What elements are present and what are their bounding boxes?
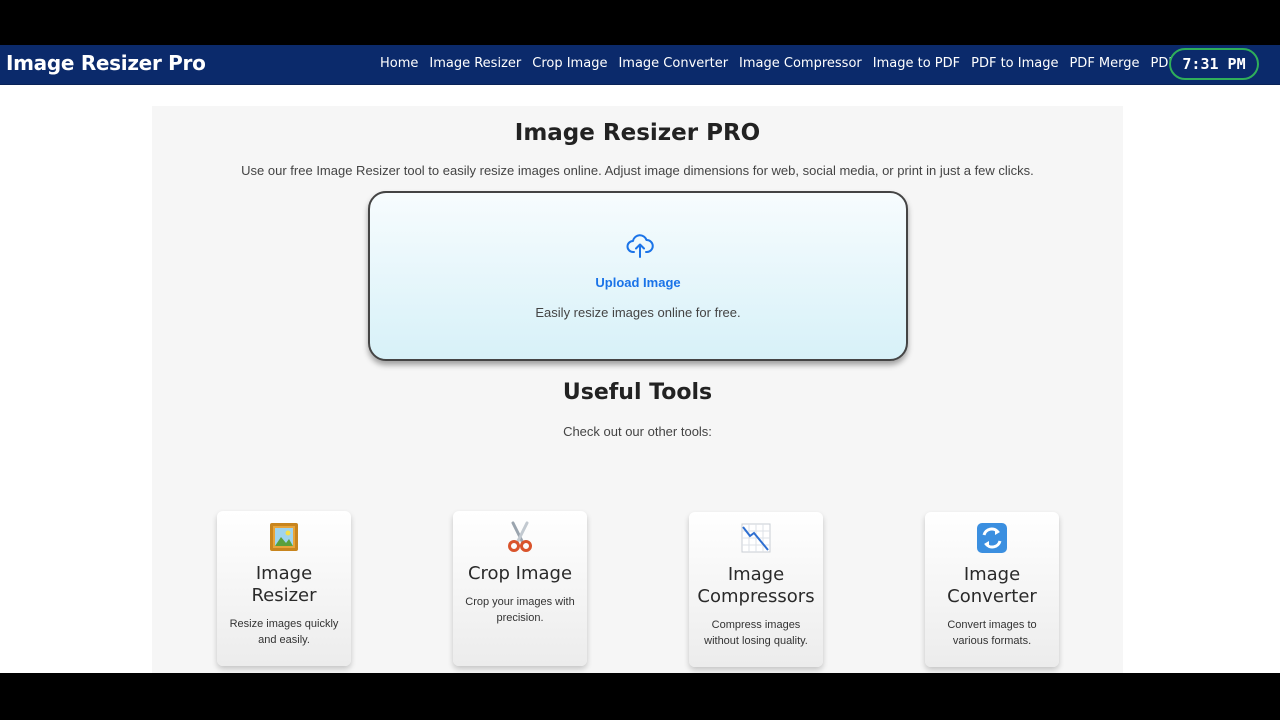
nav-links: Home Image Resizer Crop Image Image Conv… [380,56,1220,71]
tool-name: Image Converter [947,564,1037,607]
tool-description: Crop your images with precision. [465,596,575,624]
chart-decreasing-icon [689,522,823,554]
nav-pdf-to-image[interactable]: PDF to Image [971,56,1058,71]
site-brand[interactable]: Image Resizer Pro [6,51,206,75]
upload-description: Easily resize images online for free. [535,305,741,320]
clock-badge: 7:31 PM [1169,48,1259,80]
tool-description: Convert images to various formats. [947,619,1037,647]
arrows-cycle-icon [925,522,1059,554]
cloud-upload-icon [626,233,654,259]
nav-image-compressor[interactable]: Image Compressor [739,56,862,71]
framed-picture-icon [217,521,351,553]
page-title: Image Resizer PRO [514,120,761,146]
nav-crop-image[interactable]: Crop Image [532,56,607,71]
upload-label[interactable]: Upload Image [370,275,906,290]
tool-card-image-compressors[interactable]: Image Compressors Compress images withou… [689,512,823,667]
tool-description: Resize images quickly and easily. [229,618,339,646]
scissors-icon [453,521,587,553]
browser-viewport: Image Resizer Pro Home Image Resizer Cro… [0,45,1280,673]
nav-pdf-merge[interactable]: PDF Merge [1069,56,1139,71]
tool-card-image-resizer[interactable]: Image Resizer Resize images quickly and … [217,511,351,666]
tool-description: Compress images without losing quality. [704,619,808,647]
nav-image-resizer[interactable]: Image Resizer [429,56,521,71]
page-subtitle: Use our free Image Resizer tool to easil… [241,163,1034,178]
tool-card-crop-image[interactable]: Crop Image Crop your images with precisi… [453,511,587,666]
tool-name: Image Compressors [697,564,815,607]
navbar: Image Resizer Pro Home Image Resizer Cro… [0,45,1280,85]
main-container: Image Resizer PRO Use our free Image Res… [152,106,1123,673]
nav-home[interactable]: Home [380,56,418,71]
tool-name: Crop Image [467,563,573,584]
tool-card-image-converter[interactable]: Image Converter Convert images to variou… [925,512,1059,667]
upload-dropzone[interactable]: Upload Image Easily resize images online… [368,191,908,361]
nav-image-converter[interactable]: Image Converter [618,56,728,71]
tool-name: Image Resizer [251,563,317,606]
nav-image-to-pdf[interactable]: Image to PDF [873,56,960,71]
tools-subheading: Check out our other tools: [563,424,712,439]
tools-heading: Useful Tools [562,380,713,405]
